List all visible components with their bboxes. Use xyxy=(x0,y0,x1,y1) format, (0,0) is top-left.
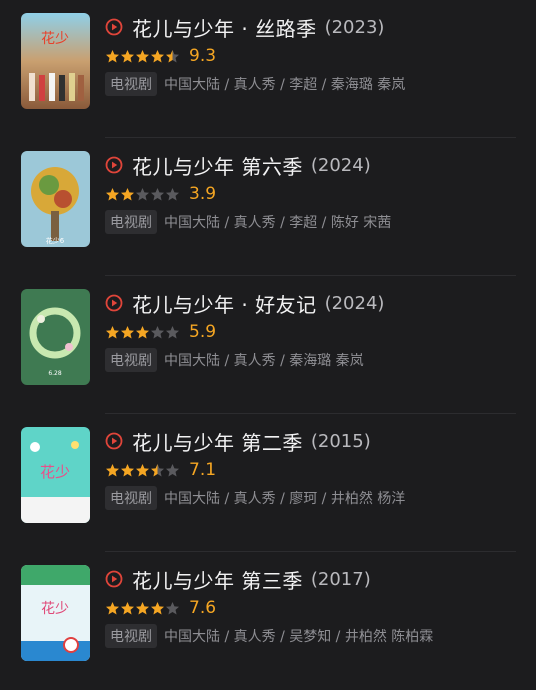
star-rating xyxy=(105,49,180,64)
star-icon xyxy=(136,49,149,62)
rating-score: 3.9 xyxy=(189,184,217,204)
play-circle-icon xyxy=(105,18,123,36)
item-meta: 中国大陆 / 真人秀 / 廖珂 / 井柏然 杨洋 xyxy=(164,491,406,507)
star-icon xyxy=(106,187,119,200)
category-tag: 电视剧 xyxy=(105,348,157,372)
poster-image[interactable]: 花少 xyxy=(21,427,90,523)
item-meta: 中国大陆 / 真人秀 / 秦海璐 秦岚 xyxy=(164,353,364,369)
item-meta: 中国大陆 / 真人秀 / 李超 / 秦海璐 秦岚 xyxy=(164,77,406,93)
category-tag: 电视剧 xyxy=(105,624,157,648)
star-icon xyxy=(151,49,164,62)
category-tag: 电视剧 xyxy=(105,210,157,234)
item-year: (2024) xyxy=(324,292,385,314)
poster-image[interactable]: 花少6 xyxy=(21,151,90,247)
star-icon xyxy=(151,601,164,614)
rating-score: 5.9 xyxy=(189,322,217,342)
star-rating xyxy=(105,601,180,616)
rating-score: 9.3 xyxy=(189,46,217,66)
list-item[interactable]: 花少 花儿与少年 · 丝路季 (2023) 9.3 电视剧 中国大陆 / 真人秀… xyxy=(0,0,536,138)
poster-image[interactable]: 6.28 xyxy=(21,289,90,385)
star-icon xyxy=(106,49,119,62)
star-icon xyxy=(166,49,179,62)
play-circle-icon xyxy=(105,294,123,312)
search-results-list: 花少 花儿与少年 · 丝路季 (2023) 9.3 电视剧 中国大陆 / 真人秀… xyxy=(0,0,536,690)
svg-text:花少6: 花少6 xyxy=(46,236,65,245)
star-icon xyxy=(166,463,179,476)
star-icon xyxy=(151,463,164,476)
item-year: (2017) xyxy=(310,568,371,590)
star-icon xyxy=(136,187,149,200)
item-title[interactable]: 花儿与少年 第三季 xyxy=(132,565,303,594)
play-circle-icon xyxy=(105,432,123,450)
star-rating xyxy=(105,463,180,478)
star-icon xyxy=(121,49,134,62)
poster-image[interactable]: 花少 xyxy=(21,565,90,661)
star-icon xyxy=(151,187,164,200)
poster-image[interactable]: 花少 xyxy=(21,13,90,109)
play-circle-icon xyxy=(105,570,123,588)
item-title[interactable]: 花儿与少年 第二季 xyxy=(132,427,303,456)
list-item[interactable]: 花少 花儿与少年 第二季 (2015) 7.1 电视剧 中国大陆 / 真人秀 /… xyxy=(0,414,536,552)
star-icon xyxy=(166,187,179,200)
star-icon xyxy=(136,463,149,476)
svg-text:6.28: 6.28 xyxy=(48,370,62,377)
play-circle-icon xyxy=(105,156,123,174)
star-icon xyxy=(136,325,149,338)
star-icon xyxy=(121,325,134,338)
star-icon xyxy=(166,325,179,338)
star-icon xyxy=(121,187,134,200)
star-rating xyxy=(105,325,180,340)
star-icon xyxy=(121,601,134,614)
item-title[interactable]: 花儿与少年 · 好友记 xyxy=(132,289,317,318)
star-icon xyxy=(136,601,149,614)
star-rating xyxy=(105,187,180,202)
item-year: (2015) xyxy=(310,430,371,452)
category-tag: 电视剧 xyxy=(105,72,157,96)
item-year: (2023) xyxy=(324,16,385,38)
star-icon xyxy=(106,325,119,338)
rating-score: 7.6 xyxy=(189,598,217,618)
item-title[interactable]: 花儿与少年 · 丝路季 xyxy=(132,13,317,42)
item-title[interactable]: 花儿与少年 第六季 xyxy=(132,151,303,180)
star-icon xyxy=(106,463,119,476)
category-tag: 电视剧 xyxy=(105,486,157,510)
rating-score: 7.1 xyxy=(189,460,217,480)
list-item[interactable]: 花少 花儿与少年 第三季 (2017) 7.6 电视剧 中国大陆 / 真人秀 /… xyxy=(0,552,536,690)
item-meta: 中国大陆 / 真人秀 / 吴梦知 / 井柏然 陈柏霖 xyxy=(164,629,434,645)
star-icon xyxy=(121,463,134,476)
item-meta: 中国大陆 / 真人秀 / 李超 / 陈好 宋茜 xyxy=(164,215,392,231)
svg-text:花少: 花少 xyxy=(41,601,69,617)
svg-text:花少: 花少 xyxy=(41,31,69,47)
list-item[interactable]: 花少6 花儿与少年 第六季 (2024) 3.9 电视剧 中国大陆 / 真人秀 … xyxy=(0,138,536,276)
star-icon xyxy=(106,601,119,614)
list-item[interactable]: 6.28 花儿与少年 · 好友记 (2024) 5.9 电视剧 中国大陆 / 真… xyxy=(0,276,536,414)
star-icon xyxy=(151,325,164,338)
item-year: (2024) xyxy=(310,154,371,176)
star-icon xyxy=(166,601,179,614)
svg-text:花少: 花少 xyxy=(40,463,70,481)
